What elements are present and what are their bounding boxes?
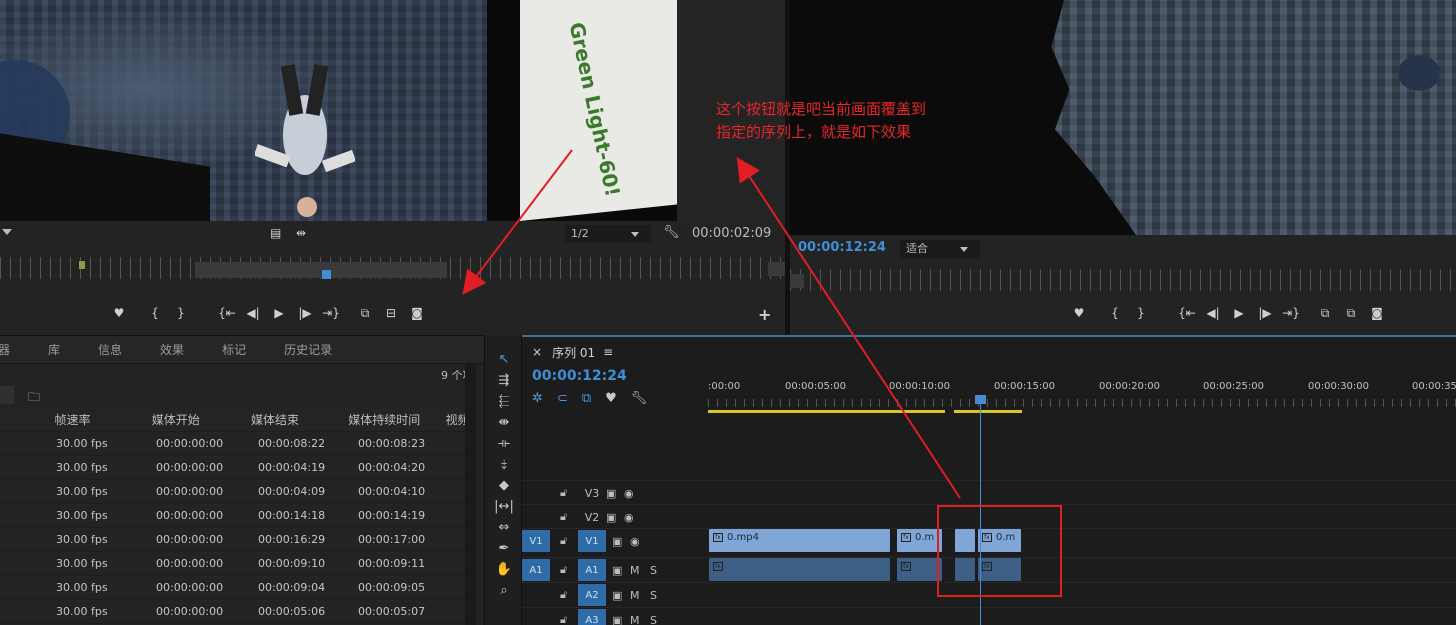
arrow-to-annotation [736, 156, 961, 499]
premiere-workspace: Green Light-60! ▤ ⇹ 1/2 🔧︎ 00:00:02:09 ♥… [0, 0, 1456, 625]
arrow-to-overwrite-button [462, 149, 573, 295]
annotation-arrows [462, 149, 961, 499]
